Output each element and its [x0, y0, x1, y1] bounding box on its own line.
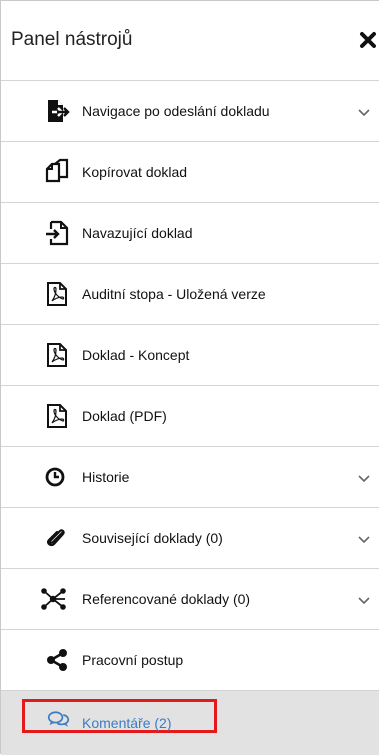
pdf-icon	[47, 404, 67, 428]
tool-item-historie[interactable]: Historie	[1, 447, 379, 508]
file-arrow-icon	[46, 220, 69, 246]
tool-item-label: Navigace po odeslání dokladu	[82, 103, 270, 119]
chevron-down-icon[interactable]	[357, 532, 371, 546]
paperclip-icon	[47, 529, 65, 547]
tool-item-auditni-stopa[interactable]: Auditní stopa - Uložená verze	[1, 264, 379, 325]
tool-item-komentare[interactable]: Komentáře (2)	[1, 691, 379, 755]
tool-item-label: Navazující doklad	[82, 225, 193, 241]
tool-item-label: Pracovní postup	[82, 652, 184, 668]
tool-item-navazujici[interactable]: Navazující doklad	[1, 203, 379, 264]
tool-item-label: Referencované doklady (0)	[82, 591, 251, 607]
tool-item-label: Doklad (PDF)	[82, 408, 167, 424]
tool-item-label: Související doklady (0)	[82, 530, 223, 546]
panel-title: Panel nástrojů	[11, 29, 133, 50]
tool-panel: Panel nástrojů Navigace po odeslání dokl…	[0, 0, 379, 755]
tool-item-pracovni-postup[interactable]: Pracovní postup	[1, 630, 379, 691]
clock-icon	[45, 467, 65, 487]
share-icon	[47, 649, 67, 671]
tool-item-doklad-pdf[interactable]: Doklad (PDF)	[1, 386, 379, 447]
pdf-icon	[47, 343, 67, 367]
tool-item-referencovane[interactable]: Referencované doklady (0)	[1, 569, 379, 630]
tool-item-label: Historie	[82, 469, 130, 485]
tool-item-label: Auditní stopa - Uložená verze	[82, 286, 266, 302]
network-icon	[41, 588, 66, 610]
panel-header: Panel nástrojů	[1, 1, 379, 81]
close-icon[interactable]	[359, 31, 377, 49]
copy-icon	[45, 158, 69, 183]
tool-item-doklad-koncept[interactable]: Doklad - Koncept	[1, 325, 379, 386]
tool-item-souvisejici[interactable]: Související doklady (0)	[1, 508, 379, 569]
comments-icon	[47, 711, 70, 727]
chevron-down-icon[interactable]	[357, 105, 371, 119]
tool-item-label: Kopírovat doklad	[82, 164, 188, 180]
tool-item-label: Komentáře (2)	[82, 715, 172, 731]
chevron-down-icon[interactable]	[357, 593, 371, 607]
file-export-icon	[48, 100, 70, 122]
pdf-icon	[47, 282, 67, 306]
tool-item-label: Doklad - Koncept	[82, 347, 190, 363]
tool-item-navigace[interactable]: Navigace po odeslání dokladu	[1, 81, 379, 142]
tool-item-kopirovat[interactable]: Kopírovat doklad	[1, 142, 379, 203]
chevron-down-icon[interactable]	[357, 471, 371, 485]
